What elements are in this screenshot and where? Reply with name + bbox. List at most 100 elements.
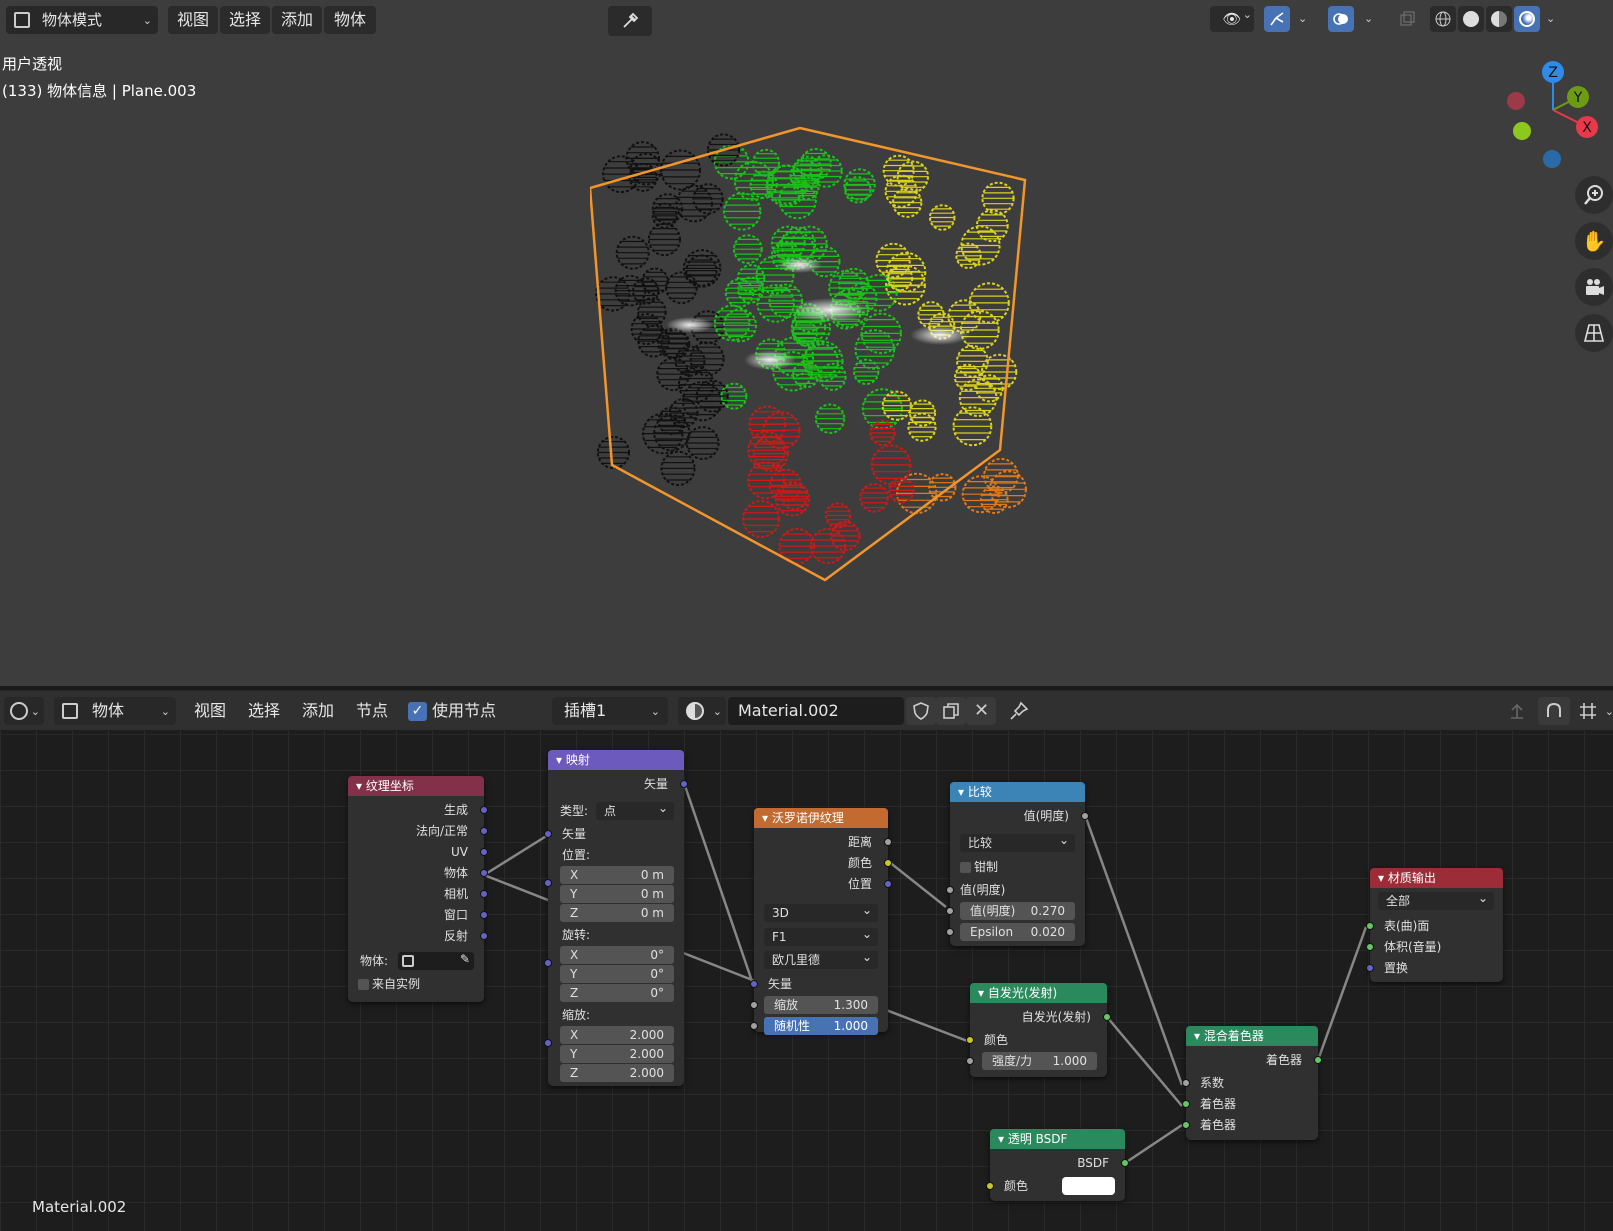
object-picker[interactable]: ✎ [398,952,474,970]
menu-select[interactable]: 选择 [220,6,270,34]
slot-dropdown[interactable]: 插槽1 ⌄ [552,697,668,725]
type-dropdown[interactable]: 点 [596,799,674,820]
socket-location[interactable] [544,879,552,887]
node-title[interactable]: ▾ 材质输出 [1370,868,1503,888]
socket-rotation[interactable] [544,959,552,967]
randomness-field[interactable]: 随机性 1.000 [764,1017,878,1035]
3d-viewport[interactable]: 物体模式 ⌄ 视图 选择 添加 物体 👁 ⌄ ⌄ ⌄ ⌄ 用户透视 (133) … [0,0,1613,686]
metric-dropdown[interactable]: 欧几里德 [764,948,878,969]
overlays-toggle[interactable] [1328,6,1354,32]
wireframe-shading-button[interactable] [1430,6,1456,32]
socket-vector-out[interactable] [680,780,688,788]
node-title[interactable]: ▾ 纹理坐标 [348,776,484,796]
node-menu-view[interactable]: 视图 [194,691,226,731]
node-mapping[interactable]: ▾ 映射 矢量 类型: 点 矢量 位置: X0 m Y0 m Z0 m 旋转: … [544,750,688,1086]
node-title[interactable]: ▾ 混合着色器 [1186,1026,1318,1046]
overlays-dropdown-chevron[interactable]: ⌄ [1364,12,1373,25]
socket-shader-out[interactable] [1314,1056,1322,1064]
socket-bsdf-out[interactable] [1121,1159,1129,1167]
socket-scale[interactable] [544,1039,552,1047]
socket-distance[interactable] [884,838,892,846]
visibility-dropdown[interactable]: 👁 ⌄ [1210,6,1254,32]
socket-displacement[interactable] [1366,964,1374,972]
material-browse-button[interactable]: ⌄ [678,697,726,725]
menu-object[interactable]: 物体 [324,6,376,34]
gizmo-dropdown-chevron[interactable]: ⌄ [1298,12,1307,25]
snap-toggle[interactable] [1538,697,1570,725]
node-title[interactable]: ▾ 沃罗诺伊纹理 [754,808,888,828]
target-dropdown[interactable]: 全部 [1378,889,1494,910]
socket-object[interactable] [480,869,488,877]
color-swatch[interactable] [1062,1177,1115,1195]
socket-color[interactable] [884,859,892,867]
feature-dropdown[interactable]: F1 [764,925,878,946]
scale-z[interactable]: Z 2.000 [560,1064,674,1082]
dimension-dropdown[interactable]: 3D [764,901,878,922]
node-title[interactable]: ▾ 比较 [950,782,1085,802]
shading-dropdown-chevron[interactable]: ⌄ [1546,12,1555,25]
socket-surface[interactable] [1366,922,1374,930]
socket-fac[interactable] [1182,1079,1190,1087]
socket-value-out[interactable] [1081,812,1089,820]
node-voronoi-texture[interactable]: ▾ 沃罗诺伊纹理 距离 颜色 位置 3D F1 欧几里德 矢量 缩放1.300 … [750,808,892,1035]
location-z[interactable]: Z0 m [560,904,674,922]
socket-vector-in[interactable] [544,830,552,838]
clamp-checkbox[interactable] [960,862,971,873]
rotation-y[interactable]: Y 0° [560,965,674,983]
socket-value-2[interactable] [946,907,954,915]
navigation-gizmo[interactable]: Z Y X [1490,55,1600,170]
node-title[interactable]: ▾ 自发光(发射) [970,983,1107,1003]
scale-field[interactable]: 缩放 1.300 [764,996,878,1014]
socket-uv[interactable] [480,848,488,856]
node-emission[interactable]: ▾ 自发光(发射) 自发光(发射) 颜色 强度/力 1.000 [966,983,1111,1077]
from-instancer-checkbox[interactable] [358,979,369,990]
parent-tree-button[interactable] [1502,697,1532,725]
socket-randomness[interactable] [750,1022,758,1030]
node-material-output[interactable]: ▾ 材质输出 全部 表(曲)面 体积(音量) 置换 [1366,868,1503,982]
node-title[interactable]: ▾ 透明 BSDF [990,1129,1125,1149]
fake-user-button[interactable] [906,697,936,725]
node-compare[interactable]: ▾ 比较 值(明度) 比较 钳制 值(明度) 值(明度)0.270 Epsilo… [946,782,1089,946]
socket-window[interactable] [480,911,488,919]
socket-camera[interactable] [480,890,488,898]
node-title[interactable]: ▾ 映射 [548,750,684,770]
pin-button[interactable] [1004,697,1034,725]
socket-scale[interactable] [750,1001,758,1009]
socket-reflection[interactable] [480,932,488,940]
solid-shading-button[interactable] [1458,6,1484,32]
socket-volume[interactable] [1366,943,1374,951]
xray-toggle[interactable] [1394,6,1420,32]
menu-add[interactable]: 添加 [272,6,322,34]
pan-button[interactable]: ✋ [1575,222,1613,260]
unlink-material-button[interactable]: ✕ [966,697,996,725]
socket-shader-1[interactable] [1182,1100,1190,1108]
node-canvas[interactable]: ▾ 纹理坐标 生成 法向/正常 UV 物体 相机 窗口 反射 物体: ✎ 来自实… [0,730,1613,1231]
mode-dropdown[interactable]: 物体模式 ⌄ [6,6,158,34]
node-texture-coordinate[interactable]: ▾ 纹理坐标 生成 法向/正常 UV 物体 相机 窗口 反射 物体: ✎ 来自实… [348,776,488,1002]
scale-x[interactable]: X 2.000 [560,1026,674,1044]
operation-dropdown[interactable]: 比较 [960,831,1075,852]
node-transparent-bsdf[interactable]: ▾ 透明 BSDF BSDF 颜色 [986,1129,1129,1201]
material-name-field[interactable]: Material.002 [728,697,904,725]
socket-position[interactable] [884,880,892,888]
socket-epsilon[interactable] [946,928,954,936]
zoom-button[interactable] [1575,176,1613,214]
node-menu-node[interactable]: 节点 [356,691,388,731]
socket-strength[interactable] [966,1057,974,1065]
material-preview-button[interactable] [1486,6,1512,32]
shader-type-dropdown[interactable]: 物体 ⌄ [54,697,176,725]
duplicate-material-button[interactable] [936,697,966,725]
eyedropper-icon[interactable]: ✎ [460,952,470,966]
socket-color-in[interactable] [986,1182,994,1190]
socket-color-in[interactable] [966,1036,974,1044]
rendered-shading-button[interactable] [1514,6,1540,32]
value-field[interactable]: 值(明度) 0.270 [960,902,1075,920]
node-mix-shader[interactable]: ▾ 混合着色器 着色器 系数 着色器 着色器 [1182,1026,1322,1140]
camera-view-button[interactable] [1575,268,1613,306]
socket-vector-in[interactable] [750,980,758,988]
node-menu-select[interactable]: 选择 [248,691,280,731]
perspective-toggle-button[interactable] [1575,314,1613,352]
socket-generated[interactable] [480,806,488,814]
socket-emission-out[interactable] [1103,1013,1111,1021]
socket-normal[interactable] [480,827,488,835]
